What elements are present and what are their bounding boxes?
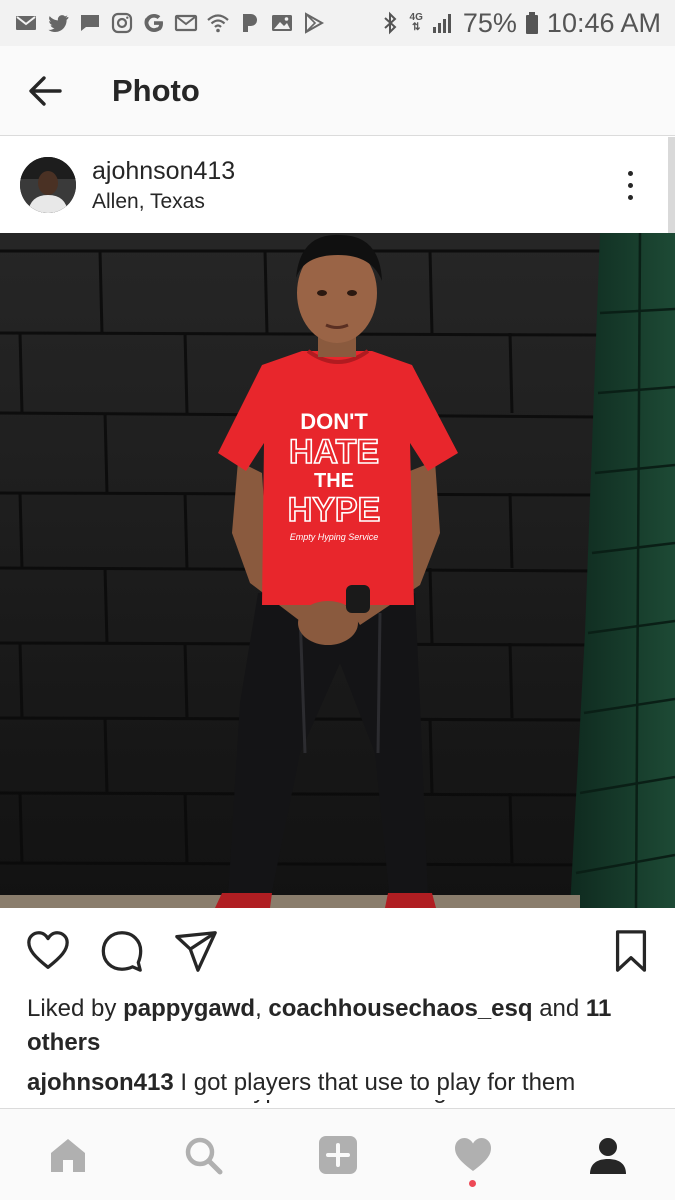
nav-activity[interactable]: [433, 1115, 513, 1195]
more-dot-icon: [627, 194, 633, 200]
liker-username[interactable]: coachhousechaos_esq: [268, 995, 532, 1022]
caption-cut-text: that Dont Hate The Hype... Just cant fig…: [27, 1100, 657, 1108]
data-arrows-icon: ⇅: [412, 22, 421, 33]
heart-icon: [27, 931, 69, 969]
mail-icon: [14, 11, 38, 35]
like-button[interactable]: [22, 925, 74, 977]
bluetooth-icon: [378, 11, 402, 35]
likes-line: Liked by pappygawd, coachhousechaos_esq …: [27, 992, 647, 1060]
caption-username[interactable]: ajohnson413: [27, 1069, 174, 1096]
post-user-info: ajohnson413 Allen, Texas: [92, 157, 235, 214]
caption-overflow-line: that Dont Hate The Hype... Just cant fig…: [27, 1100, 657, 1108]
search-icon: [185, 1137, 222, 1174]
add-icon: [318, 1135, 357, 1174]
nav-search[interactable]: [163, 1115, 243, 1195]
instagram-icon: [110, 11, 134, 35]
wifi-icon: [206, 11, 230, 35]
more-options-button[interactable]: [610, 155, 650, 215]
bottom-navigation: [0, 1108, 675, 1200]
likes-separator: ,: [255, 995, 262, 1022]
shirt-text-line-4: HYPE: [288, 491, 381, 529]
likes-and: and: [539, 995, 580, 1022]
post-photo[interactable]: DON'T HATE THE HYPE Empty Hyping Service: [0, 233, 675, 908]
avatar[interactable]: [20, 157, 76, 213]
post-username[interactable]: ajohnson413: [92, 157, 235, 186]
play-store-icon: [302, 11, 326, 35]
scroll-edge: [668, 137, 675, 233]
status-bar: 4G ⇅ 75% 10:46 AM: [0, 0, 675, 46]
pandora-icon: [238, 11, 262, 35]
bookmark-icon: [615, 930, 647, 972]
notification-icons: [14, 11, 326, 35]
network-type: 4G ⇅: [410, 13, 423, 33]
notification-dot: [469, 1179, 476, 1187]
home-icon: [50, 1138, 85, 1172]
post-caption: ajohnson413 I got players that use to pl…: [27, 1066, 657, 1100]
comment-icon: [101, 931, 143, 972]
liker-username[interactable]: pappygawd: [123, 995, 255, 1022]
post-header: ajohnson413 Allen, Texas: [0, 137, 668, 233]
shirt-script-text: Empty Hyping Service: [290, 532, 379, 542]
shirt-text-line-2: HATE: [289, 433, 379, 471]
gallery-icon: [270, 11, 294, 35]
google-icon: [142, 11, 166, 35]
caption-text: I got players that use to play for them: [180, 1069, 576, 1096]
share-button[interactable]: [170, 925, 222, 977]
chat-icon: [78, 11, 102, 35]
clock: 10:46 AM: [546, 7, 661, 38]
app-header: Photo: [0, 46, 675, 136]
activity-icon: [454, 1137, 491, 1171]
post-location[interactable]: Allen, Texas: [92, 190, 235, 214]
twitter-icon: [46, 11, 70, 35]
shirt-text-line-1: DON'T: [300, 409, 368, 434]
share-icon: [175, 931, 217, 972]
back-button[interactable]: [0, 46, 90, 136]
post-actions: [0, 908, 675, 994]
page-title: Photo: [112, 72, 200, 108]
shirt-text-line-3: THE: [314, 470, 354, 492]
nav-add[interactable]: [298, 1115, 378, 1195]
arrow-left-icon: [29, 75, 62, 106]
battery-icon: [525, 11, 539, 35]
nav-home[interactable]: [28, 1115, 108, 1195]
system-status: 4G ⇅ 75% 10:46 AM: [378, 8, 661, 39]
more-dot-icon: [627, 182, 633, 188]
likes-prefix: Liked by: [27, 995, 117, 1022]
nav-profile[interactable]: [568, 1115, 648, 1195]
save-button[interactable]: [605, 925, 657, 977]
profile-icon: [589, 1137, 626, 1174]
comment-button[interactable]: [96, 925, 148, 977]
battery-percent: 75%: [462, 7, 517, 38]
more-dot-icon: [627, 170, 633, 176]
signal-icon: [431, 11, 455, 35]
mail-icon: [174, 11, 198, 35]
